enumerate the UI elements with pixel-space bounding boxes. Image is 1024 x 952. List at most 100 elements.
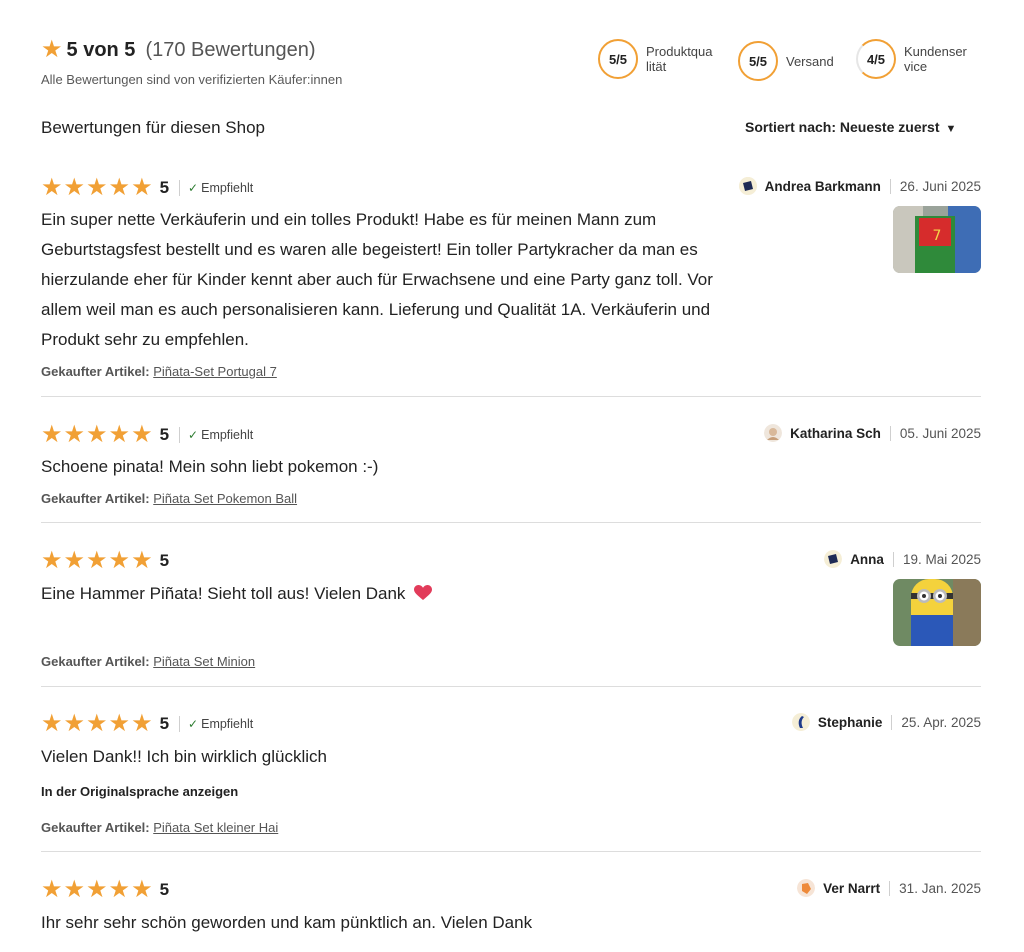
- star-icon: ★: [131, 876, 153, 903]
- star-icon: ★: [131, 547, 153, 574]
- sort-dropdown[interactable]: Sortiert nach: Neueste zuerst ▼: [745, 119, 956, 135]
- sort-label: Sortiert nach: Neueste zuerst: [745, 119, 940, 135]
- show-original-language-button[interactable]: In der Originalsprache anzeigen: [41, 784, 238, 799]
- divider: [41, 851, 981, 852]
- heart-icon: [414, 581, 433, 611]
- verified-note: Alle Bewertungen sind von verifizierten …: [41, 72, 343, 87]
- recommend-badge: ✓ Empfiehlt: [179, 427, 253, 443]
- badge-label: Produktqua lität: [646, 44, 713, 74]
- purchased-item: Gekaufter Artikel: Piñata-Set Portugal 7: [41, 364, 277, 379]
- review-meta: Katharina Sch 05. Juni 2025: [764, 424, 981, 442]
- review-text: Ihr sehr sehr schön geworden und kam pün…: [41, 913, 533, 932]
- review-meta: Stephanie 25. Apr. 2025: [791, 713, 981, 731]
- author-name[interactable]: Anna: [850, 552, 884, 567]
- purchased-item: Gekaufter Artikel: Piñata Set Minion: [41, 654, 256, 669]
- star-icon: ★: [63, 876, 86, 903]
- star-icon: ★: [131, 710, 153, 737]
- star-icon: ★: [108, 876, 131, 903]
- avatar[interactable]: [824, 550, 843, 568]
- review-date: 19. Mai 2025: [892, 551, 981, 567]
- review-photo[interactable]: 7: [893, 206, 981, 273]
- review-text: Eine Hammer Piñata! Sieht toll aus! Viel…: [41, 579, 811, 611]
- badge-label: Kundenser vice: [904, 44, 967, 74]
- rating-score: 5 von 5: [66, 38, 136, 61]
- avatar[interactable]: [791, 713, 810, 731]
- star-rating: ★ ★ ★ ★ ★ 5 ✓ Empfiehlt: [41, 421, 253, 448]
- star-icon: ★: [131, 421, 153, 448]
- divider: [41, 522, 981, 523]
- star-icon: ★: [63, 421, 86, 448]
- section-title: Bewertungen für diesen Shop: [41, 118, 265, 137]
- badge-ring: 4/5: [856, 39, 896, 79]
- badge-product-quality: 5/5 Produktqua lität: [598, 39, 713, 79]
- review-meta: Ver Narrt 31. Jan. 2025: [797, 879, 981, 897]
- review-date: 25. Apr. 2025: [891, 714, 981, 730]
- item-link[interactable]: Piñata Set Minion: [153, 654, 255, 669]
- badge-customer-service: 4/5 Kundenser vice: [856, 39, 967, 79]
- author-name[interactable]: Andrea Barkmann: [765, 179, 881, 194]
- badge-shipping: 5/5 Versand: [738, 41, 834, 81]
- badge-ring: 5/5: [738, 41, 778, 81]
- rating-value: 5: [159, 425, 170, 444]
- star-icon: ★: [108, 174, 131, 201]
- review-text: Schoene pinata! Mein sohn liebt pokemon …: [41, 457, 379, 476]
- star-rating: ★ ★ ★ ★ ★ 5 ✓ Empfiehlt: [41, 174, 253, 201]
- purchased-item: Gekaufter Artikel: Piñata Set kleiner Ha…: [41, 820, 279, 835]
- review-meta: Andrea Barkmann 26. Juni 2025: [738, 177, 981, 195]
- rating-value: 5: [159, 714, 170, 733]
- check-icon: ✓: [188, 181, 199, 195]
- star-icon: ★: [41, 876, 63, 903]
- rating-summary: ★ 5 von 5 (170 Bewertungen): [41, 38, 316, 62]
- recommend-badge: ✓ Empfiehlt: [179, 716, 253, 732]
- review-item: ★ ★ ★ ★ ★ 5 ✓ Empfiehlt Katharina Sch 05. Jun…: [41, 421, 981, 514]
- check-icon: ✓: [188, 428, 199, 442]
- star-icon: ★: [63, 174, 86, 201]
- review-item: ★ ★ ★ ★ ★ 5 ✓ Empfiehlt Andrea Barkmann 26. J…: [41, 174, 981, 387]
- review-item: ★ ★ ★ ★ ★ 5 ✓ Empfiehlt Stephanie 25. Apr. 20…: [41, 710, 981, 843]
- author-name[interactable]: Ver Narrt: [823, 881, 880, 896]
- avatar[interactable]: [764, 424, 783, 442]
- star-icon: ★: [86, 174, 108, 201]
- review-item: ★ ★ ★ ★ ★ 5 Anna 19. Mai 2025 Eine Hammer Pi…: [41, 547, 981, 680]
- item-link[interactable]: Piñata-Set Portugal 7: [153, 364, 277, 379]
- star-rating: ★ ★ ★ ★ ★ 5: [41, 547, 170, 574]
- author-name[interactable]: Katharina Sch: [790, 426, 881, 441]
- badge-label: Versand: [786, 53, 834, 69]
- star-icon: ★: [108, 710, 131, 737]
- item-link[interactable]: Piñata Set kleiner Hai: [153, 820, 278, 835]
- divider: [41, 396, 981, 397]
- rating-value: 5: [159, 551, 170, 570]
- rating-value: 5: [159, 880, 170, 899]
- star-icon: ★: [41, 36, 63, 63]
- avatar[interactable]: [738, 177, 757, 195]
- star-icon: ★: [41, 421, 63, 448]
- recommend-badge: ✓ Empfiehlt: [179, 180, 253, 196]
- review-date: 31. Jan. 2025: [889, 880, 981, 896]
- avatar[interactable]: [797, 879, 816, 897]
- svg-text:7: 7: [933, 228, 942, 244]
- review-date: 05. Juni 2025: [889, 425, 981, 441]
- author-name[interactable]: Stephanie: [818, 715, 883, 730]
- item-link[interactable]: Piñata Set Pokemon Ball: [153, 491, 297, 506]
- review-date: 26. Juni 2025: [889, 178, 981, 194]
- star-icon: ★: [41, 710, 63, 737]
- review-item: ★ ★ ★ ★ ★ 5 Ver Narrt 31. Jan. 2025 Ihr sehr…: [41, 876, 981, 949]
- review-text: Ein super nette Verkäuferin und ein toll…: [41, 210, 713, 349]
- purchased-item: Gekaufter Artikel: Piñata Set Pokemon Ba…: [41, 491, 298, 506]
- star-icon: ★: [63, 710, 86, 737]
- star-rating: ★ ★ ★ ★ ★ 5: [41, 876, 170, 903]
- badge-ring: 5/5: [598, 39, 638, 79]
- star-rating: ★ ★ ★ ★ ★ 5 ✓ Empfiehlt: [41, 710, 253, 737]
- star-icon: ★: [86, 547, 108, 574]
- star-icon: ★: [41, 547, 63, 574]
- review-meta: Anna 19. Mai 2025: [824, 550, 981, 568]
- divider: [41, 686, 981, 687]
- star-icon: ★: [41, 174, 63, 201]
- star-icon: ★: [63, 547, 86, 574]
- review-count: (170 Bewertungen): [145, 38, 316, 61]
- rating-value: 5: [159, 178, 170, 197]
- star-icon: ★: [108, 421, 131, 448]
- star-icon: ★: [86, 421, 108, 448]
- star-icon: ★: [86, 710, 108, 737]
- review-photo[interactable]: [893, 579, 981, 646]
